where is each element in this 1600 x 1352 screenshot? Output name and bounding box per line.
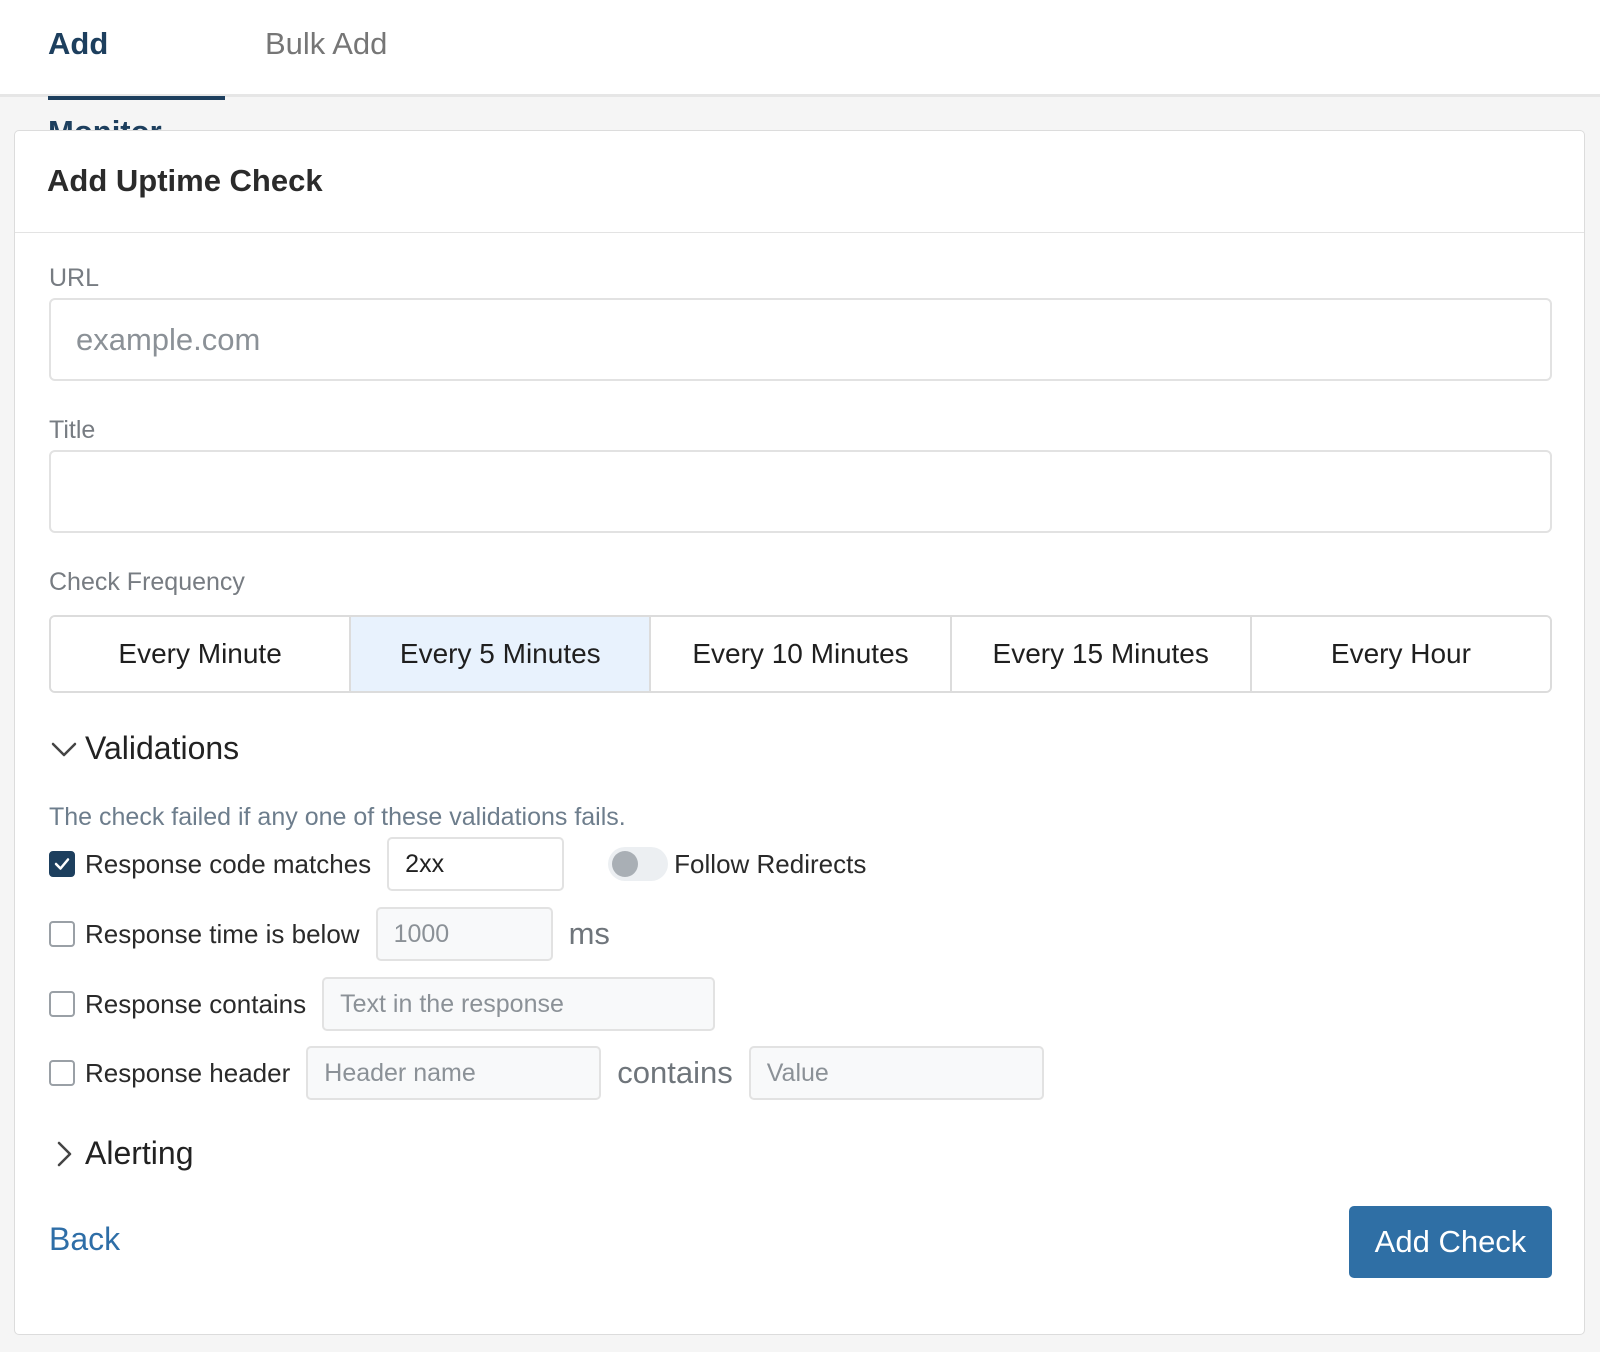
frequency-every-15-minutes[interactable]: Every 15 Minutes — [951, 617, 1252, 691]
response-contains-checkbox[interactable] — [49, 991, 75, 1017]
card-header: Add Uptime Check — [15, 131, 1584, 233]
response-code-checkbox[interactable] — [49, 851, 75, 877]
response-time-input[interactable] — [375, 907, 553, 961]
url-label: URL — [49, 264, 100, 292]
frequency-every-minute[interactable]: Every Minute — [51, 617, 352, 691]
response-header-name-input[interactable] — [306, 1046, 602, 1100]
follow-redirects-label: Follow Redirects — [674, 848, 867, 879]
url-input[interactable] — [49, 298, 1552, 381]
response-header-label: Response header — [85, 1057, 291, 1088]
response-contains-label: Response contains — [85, 988, 307, 1019]
response-time-unit: ms — [568, 916, 610, 951]
check-frequency-label: Check Frequency — [49, 568, 245, 596]
back-link[interactable]: Back — [49, 1221, 120, 1258]
validations-helper-text: The check failed if any one of these val… — [49, 803, 626, 831]
response-time-row: Response time is below ms — [49, 907, 626, 961]
response-code-input[interactable] — [387, 837, 565, 891]
response-time-checkbox[interactable] — [49, 921, 75, 947]
validations-title: Validations — [85, 730, 240, 766]
response-header-value-input[interactable] — [748, 1046, 1044, 1100]
alerting-title: Alerting — [85, 1135, 194, 1171]
title-input[interactable] — [49, 450, 1552, 533]
frequency-every-10-minutes[interactable]: Every 10 Minutes — [651, 617, 952, 691]
alerting-toggle[interactable]: Alerting — [49, 1135, 194, 1172]
response-code-row: Response code matches Follow Redirects — [49, 837, 882, 891]
check-icon — [54, 858, 70, 870]
chevron-right-icon — [57, 1141, 72, 1166]
toggle-knob — [612, 851, 639, 877]
check-frequency-selector: Every Minute Every 5 Minutes Every 10 Mi… — [49, 615, 1552, 693]
response-header-row: Response header contains — [49, 1046, 1044, 1100]
response-code-label: Response code matches — [85, 848, 372, 879]
response-contains-row: Response contains — [49, 977, 716, 1031]
frequency-every-hour[interactable]: Every Hour — [1251, 617, 1550, 691]
chevron-down-icon — [51, 742, 77, 756]
follow-redirects-toggle[interactable] — [608, 847, 669, 881]
tab-add-monitor[interactable]: Add Monitor — [48, 0, 225, 149]
tab-bulk-add[interactable]: Bulk Add — [265, 0, 387, 97]
response-header-contains-label: contains — [617, 1055, 733, 1090]
add-check-button[interactable]: Add Check — [1349, 1206, 1552, 1278]
card-title: Add Uptime Check — [47, 163, 323, 198]
frequency-every-5-minutes[interactable]: Every 5 Minutes — [351, 617, 652, 691]
response-contains-input[interactable] — [322, 977, 716, 1031]
tabs-bar: Add Monitor Bulk Add — [0, 0, 1600, 149]
validations-toggle[interactable]: Validations — [49, 730, 239, 767]
title-label: Title — [49, 416, 96, 444]
response-time-label: Response time is below — [85, 918, 360, 949]
add-uptime-check-card: Add Uptime Check URL Title Check Frequen… — [14, 130, 1585, 1335]
response-header-checkbox[interactable] — [49, 1060, 75, 1086]
